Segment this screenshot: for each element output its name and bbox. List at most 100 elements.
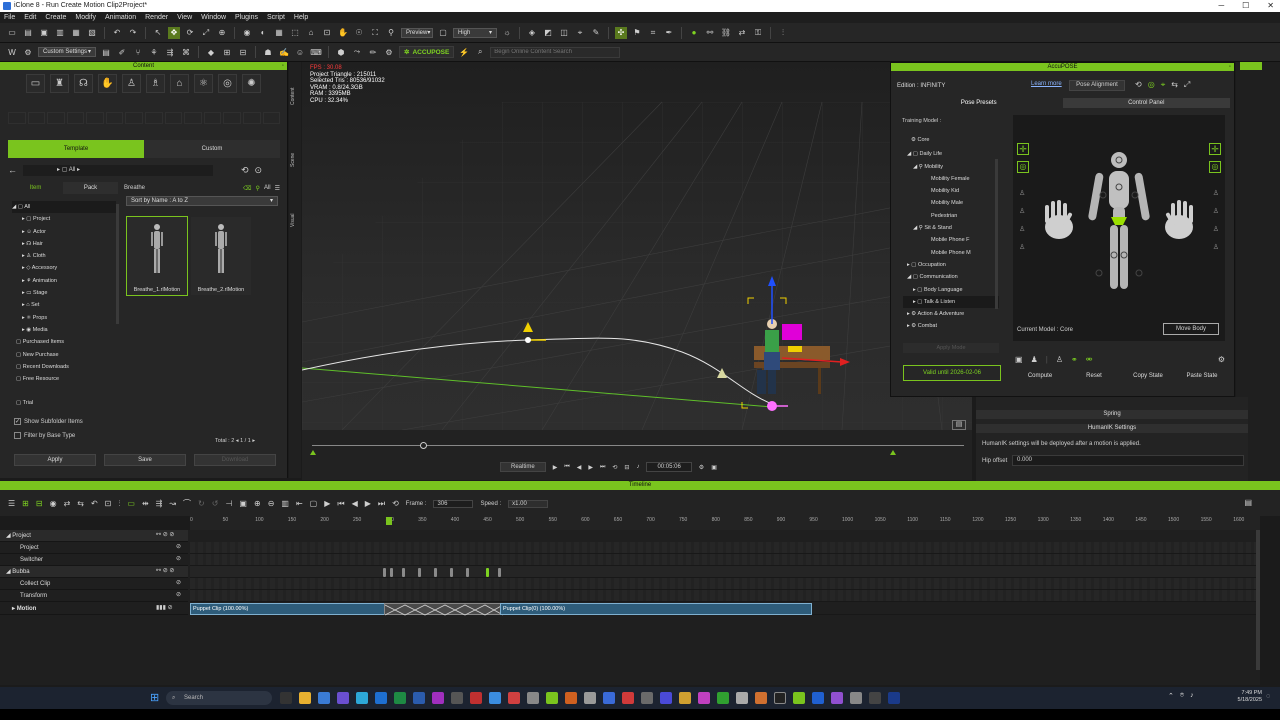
flag-icon[interactable]: ⚑ [631, 27, 643, 39]
reset-button[interactable]: Reset [1069, 370, 1119, 382]
app-icon[interactable] [508, 692, 520, 704]
undo-icon[interactable]: ↶ [111, 27, 123, 39]
tab-pose-presets[interactable]: Pose Presets [895, 98, 1063, 108]
app-icon[interactable] [812, 692, 824, 704]
gear-icon[interactable]: ⚙ [383, 46, 395, 58]
tree-item-cloth[interactable]: ▸ ♙ Cloth [12, 250, 116, 262]
skeleton-category-icon[interactable]: ♗ [146, 74, 165, 93]
props-category-icon[interactable]: ⚛ [194, 74, 213, 93]
control-settings-icon[interactable]: ⚙ [1218, 355, 1225, 364]
playhead[interactable] [386, 517, 392, 525]
content-item-breathe-2[interactable]: Breathe_2.rlMotion [190, 216, 252, 296]
speed-dropdown[interactable]: x1.00 [508, 499, 549, 508]
menu-file[interactable]: File [4, 14, 15, 21]
walk-icon[interactable]: ⚲ [385, 27, 397, 39]
tree-item-daily-life[interactable]: ◢ ▢ Daily Life [903, 148, 999, 160]
right-limb-icons[interactable]: ♙ ♙ ♙ ♙ [1213, 185, 1219, 257]
plug-icon[interactable]: ⚯ [704, 27, 716, 39]
accupose-button[interactable]: ✲ ACCUPOSE [399, 46, 455, 58]
tree-item-accessory[interactable]: ▸ ◇ Accessory [12, 262, 116, 274]
paste-state-button[interactable]: Paste State [1177, 370, 1227, 382]
next-frame-icon[interactable]: ▶ [588, 464, 593, 471]
frame-view-icon[interactable]: ▢ [310, 499, 318, 508]
task-view-icon[interactable] [280, 692, 292, 704]
app-icon[interactable] [641, 692, 653, 704]
motion-clip-1[interactable]: Puppet Clip (100.00%) [190, 603, 390, 615]
track-transform[interactable]: Transform [0, 590, 188, 602]
show-subfolder-option[interactable]: ✓ Show Subfolder Items [14, 418, 83, 425]
timecode-field[interactable]: 00:05:06 [646, 462, 692, 472]
workspace-icon[interactable]: W [6, 46, 18, 58]
move-body-button[interactable]: Move Body [1163, 323, 1219, 335]
app-icon[interactable] [603, 692, 615, 704]
track-project[interactable]: Project [0, 542, 188, 554]
tl-next-icon[interactable]: ▶ [365, 499, 371, 508]
bars-icon[interactable]: ▥ [281, 499, 289, 508]
show-subfolder-checkbox[interactable]: ✓ [14, 418, 21, 425]
fork-icon[interactable]: ⑂ [132, 46, 144, 58]
pick-icon[interactable]: ✒ [663, 27, 675, 39]
expand-icon[interactable]: ⤢ [1184, 80, 1190, 90]
tab-pack[interactable]: Pack [63, 182, 118, 194]
tree-item-core[interactable]: ⚙ Core [903, 134, 999, 146]
marker-icon[interactable]: ▣ [239, 499, 247, 508]
minimize-button[interactable]: ─ [1218, 0, 1224, 12]
tree-item-mobility[interactable]: ◢ ⚲ Mobility [903, 161, 999, 173]
scrub-handle[interactable] [420, 442, 427, 449]
tree-item-media[interactable]: ▸ ◉ Media [12, 324, 116, 336]
play-icon[interactable]: ▶ [553, 464, 558, 471]
tree-item-sit-stand[interactable]: ◢ ⚲ Sit & Stand [903, 222, 999, 234]
filter-base-checkbox[interactable] [14, 432, 21, 439]
texture-icon[interactable]: ◩ [542, 27, 554, 39]
clip-icon[interactable]: ▭ [127, 499, 135, 508]
tree-item-body-language[interactable]: ▸ ▢ Body Language [903, 284, 999, 296]
fit-width-icon[interactable]: ⇤ [296, 499, 303, 508]
humanik-section[interactable]: HumanIK Settings [976, 424, 1248, 433]
tab-custom[interactable]: Custom [144, 140, 280, 158]
skip-start-icon[interactable]: ⏮ [564, 464, 569, 471]
view-icon[interactable]: ◉ [241, 27, 253, 39]
keyframe[interactable] [390, 568, 393, 577]
app-icon[interactable] [622, 692, 634, 704]
premiere-icon[interactable] [888, 692, 900, 704]
target-icon[interactable]: ◎ [1148, 80, 1155, 90]
start-icon[interactable]: ⊞ [150, 692, 162, 704]
hand-icon[interactable]: ✍ [278, 46, 290, 58]
track-visible-icon[interactable]: ⊘ [176, 543, 181, 550]
sync-icon[interactable]: ⇄ [736, 27, 748, 39]
tree-item-purchased[interactable]: ▢ Purchased Items [12, 336, 116, 348]
pin-icon[interactable]: ⌖ [1161, 80, 1166, 90]
tree-item-mobile-phone-f[interactable]: Mobile Phone F [903, 234, 999, 246]
hand-category-icon[interactable]: ✋ [98, 74, 117, 93]
home-icon[interactable]: ⌂ [305, 27, 317, 39]
tree-item-mobility-male[interactable]: Mobility Male [903, 197, 999, 209]
sync-icon[interactable]: ⇆ [77, 499, 84, 508]
app-icon[interactable] [679, 692, 691, 704]
app-icon[interactable] [489, 692, 501, 704]
speed-icon[interactable]: ⇶ [156, 499, 163, 508]
tree-item-free-resource[interactable]: ▢ Free Resource [12, 373, 116, 385]
open-file-icon[interactable]: ▤ [22, 27, 34, 39]
copy-state-button[interactable]: Copy State [1123, 370, 1173, 382]
tl-end-icon[interactable]: ⏭ [378, 499, 385, 509]
pose-tree-scrollbar[interactable] [995, 159, 998, 309]
menu-window[interactable]: Window [201, 14, 226, 21]
transition-icon[interactable]: ⇹ [142, 499, 149, 508]
app-icon[interactable] [698, 692, 710, 704]
tree-item-animation[interactable]: ▸ ⚘ Animation [12, 275, 116, 287]
chevron-up-icon[interactable]: ⌃ [1168, 692, 1174, 700]
wire-icon[interactable]: ◫ [558, 27, 570, 39]
menu-animation[interactable]: Animation [105, 14, 136, 21]
quality-dropdown[interactable]: High ▾ [453, 27, 497, 38]
pose-alignment-button[interactable]: Pose Alignment [1069, 80, 1125, 91]
track-list-icon[interactable]: ☰ [8, 499, 15, 508]
app-icon[interactable] [527, 692, 539, 704]
app-icon[interactable] [736, 692, 748, 704]
loop-icon[interactable]: ⟲ [612, 464, 617, 471]
grid-view-icon[interactable]: ☰ [275, 185, 280, 192]
learn-more-link[interactable]: Learn more [1031, 81, 1062, 87]
app-icon[interactable] [717, 692, 729, 704]
track-switcher[interactable]: Switcher [0, 554, 188, 566]
tl-prev-icon[interactable]: ◀ [352, 499, 358, 508]
tl-start-icon[interactable]: ⏮ [337, 499, 344, 509]
